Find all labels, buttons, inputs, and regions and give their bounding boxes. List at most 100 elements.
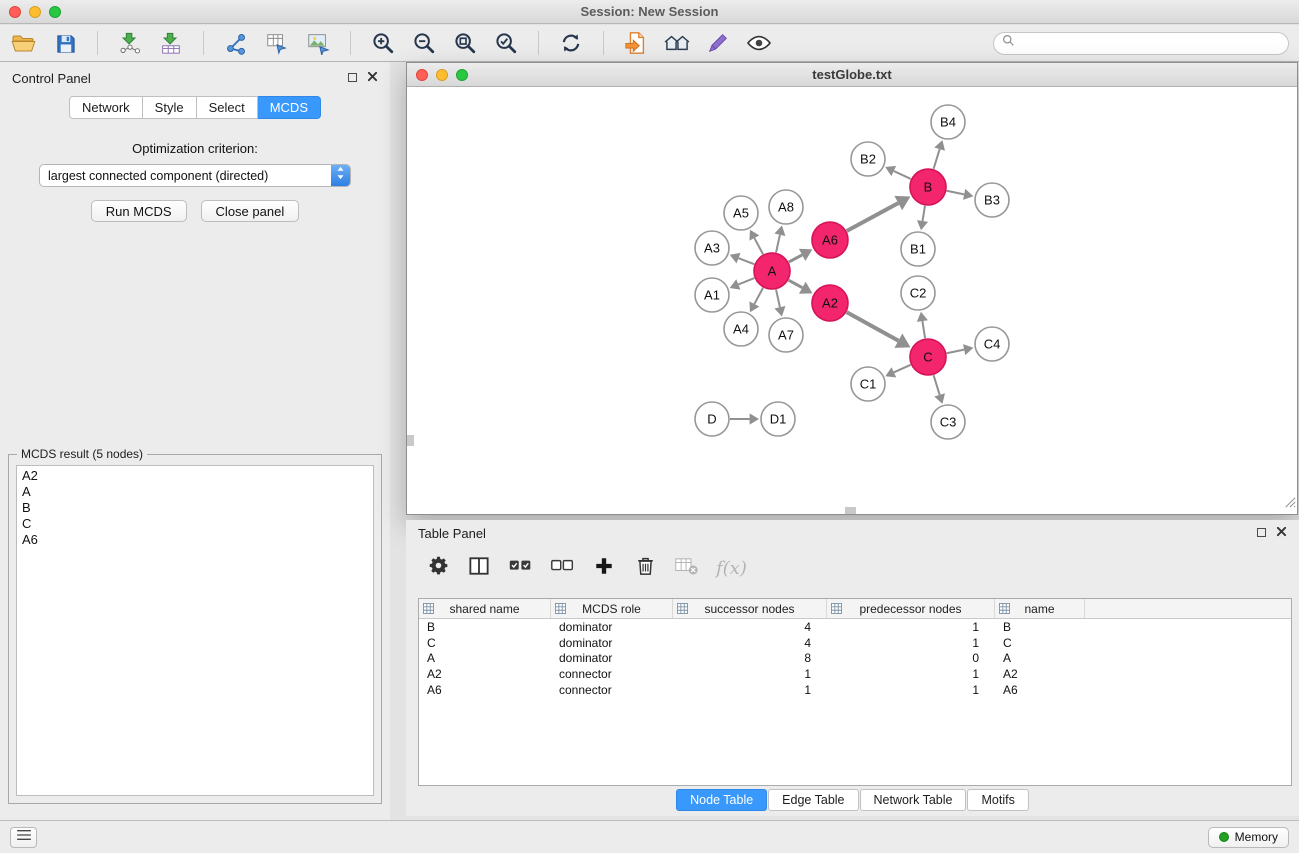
- table-cell[interactable]: dominator: [551, 636, 673, 650]
- graph-edge-A-A5[interactable]: [754, 238, 763, 254]
- table-tab-motifs[interactable]: Motifs: [967, 789, 1028, 811]
- table-cell[interactable]: A6: [419, 683, 551, 697]
- graph-node-A8[interactable]: A8: [769, 190, 803, 224]
- graph-edge-B-B3[interactable]: [947, 191, 965, 195]
- graph-edge-C-C1[interactable]: [894, 365, 911, 373]
- graph-node-B1[interactable]: B1: [901, 232, 935, 266]
- network-close-button[interactable]: [416, 69, 428, 81]
- table-cell[interactable]: 4: [673, 620, 827, 634]
- show-hide-panels-button[interactable]: [663, 29, 691, 57]
- table-cell[interactable]: B: [419, 620, 551, 634]
- table-cell[interactable]: 8: [673, 651, 827, 665]
- table-cell[interactable]: 0: [827, 651, 995, 665]
- table-cell[interactable]: A: [995, 651, 1085, 665]
- export-network-button[interactable]: [622, 29, 650, 57]
- mcds-result-item[interactable]: A6: [17, 532, 373, 548]
- table-row[interactable]: Cdominator41C: [419, 635, 1291, 651]
- vertical-scrollbar-thumb[interactable]: [407, 435, 414, 446]
- graph-node-A3[interactable]: A3: [695, 231, 729, 265]
- graph-edge-B-B2[interactable]: [894, 171, 911, 179]
- graph-node-C4[interactable]: C4: [975, 327, 1009, 361]
- table-cell[interactable]: dominator: [551, 620, 673, 634]
- unselect-all-rows-button[interactable]: [550, 555, 575, 581]
- zoom-fit-button[interactable]: [451, 29, 479, 57]
- table-cell[interactable]: A2: [419, 667, 551, 681]
- show-columns-button[interactable]: [467, 555, 491, 581]
- table-cell[interactable]: B: [995, 620, 1085, 634]
- graph-node-A2[interactable]: A2: [812, 285, 848, 321]
- table-settings-button[interactable]: [426, 555, 450, 581]
- graph-node-C1[interactable]: C1: [851, 367, 885, 401]
- graph-node-A7[interactable]: A7: [769, 318, 803, 352]
- graph-node-B3[interactable]: B3: [975, 183, 1009, 217]
- open-session-button[interactable]: [10, 29, 38, 57]
- table-tab-edge-table[interactable]: Edge Table: [768, 789, 858, 811]
- network-minimize-button[interactable]: [436, 69, 448, 81]
- minimize-window-button[interactable]: [29, 6, 41, 18]
- optimization-criterion-dropdown[interactable]: largest connected component (directed): [39, 164, 351, 187]
- import-network-from-file-button[interactable]: [116, 29, 144, 57]
- graph-node-A1[interactable]: A1: [695, 278, 729, 312]
- import-table-from-file-button[interactable]: [157, 29, 185, 57]
- graph-edge-A-A1[interactable]: [738, 278, 754, 284]
- table-row[interactable]: A6connector11A6: [419, 682, 1291, 698]
- column-header-mcds-role[interactable]: MCDS role: [551, 599, 673, 618]
- select-all-rows-button[interactable]: [508, 555, 533, 581]
- table-cell[interactable]: 1: [827, 636, 995, 650]
- save-session-button[interactable]: [51, 29, 79, 57]
- control-panel-close-button[interactable]: [367, 69, 378, 87]
- table-cell[interactable]: C: [995, 636, 1085, 650]
- table-cell[interactable]: dominator: [551, 651, 673, 665]
- column-header-name[interactable]: name: [995, 599, 1085, 618]
- table-tab-node-table[interactable]: Node Table: [676, 789, 767, 811]
- table-tab-network-table[interactable]: Network Table: [860, 789, 967, 811]
- search-input[interactable]: [1020, 36, 1280, 50]
- table-cell[interactable]: 1: [673, 667, 827, 681]
- table-cell[interactable]: A: [419, 651, 551, 665]
- control-tab-network[interactable]: Network: [69, 96, 143, 119]
- graph-node-C2[interactable]: C2: [901, 276, 935, 310]
- graph-edge-A2-C[interactable]: [847, 312, 899, 341]
- graph-edge-C-C4[interactable]: [947, 350, 965, 354]
- graph-node-A6[interactable]: A6: [812, 222, 848, 258]
- new-network-button[interactable]: [222, 29, 250, 57]
- graph-node-C[interactable]: C: [910, 339, 946, 375]
- export-table-button[interactable]: [263, 29, 291, 57]
- table-cell[interactable]: 1: [827, 683, 995, 697]
- graph-node-B[interactable]: B: [910, 169, 946, 205]
- delete-columns-button[interactable]: [633, 555, 657, 581]
- export-image-button[interactable]: [304, 29, 332, 57]
- mcds-result-item[interactable]: C: [17, 516, 373, 532]
- zoom-out-button[interactable]: [410, 29, 438, 57]
- control-tab-select[interactable]: Select: [197, 96, 258, 119]
- graph-edge-C-C2[interactable]: [922, 321, 925, 338]
- network-zoom-button[interactable]: [456, 69, 468, 81]
- show-panel-menu-button[interactable]: [10, 827, 37, 848]
- graph-edge-B-B4[interactable]: [934, 149, 940, 169]
- table-panel-close-button[interactable]: [1276, 524, 1287, 542]
- apply-layout-button[interactable]: [557, 29, 585, 57]
- zoom-window-button[interactable]: [49, 6, 61, 18]
- graph-edge-B-B1[interactable]: [923, 206, 925, 221]
- graph-node-C3[interactable]: C3: [931, 405, 965, 439]
- mcds-result-item[interactable]: A2: [17, 468, 373, 484]
- show-graphics-details-button[interactable]: [745, 29, 773, 57]
- zoom-in-button[interactable]: [369, 29, 397, 57]
- table-cell[interactable]: 1: [673, 683, 827, 697]
- horizontal-scrollbar-thumb[interactable]: [845, 507, 856, 514]
- memory-button[interactable]: Memory: [1208, 827, 1289, 848]
- graph-edge-A-A6[interactable]: [789, 255, 802, 262]
- close-window-button[interactable]: [9, 6, 21, 18]
- table-cell[interactable]: connector: [551, 683, 673, 697]
- run-mcds-button[interactable]: Run MCDS: [91, 200, 187, 222]
- column-header-shared-name[interactable]: shared name: [419, 599, 551, 618]
- create-column-button[interactable]: [592, 555, 616, 581]
- control-panel-float-button[interactable]: [348, 69, 357, 87]
- graph-edge-A-A3[interactable]: [739, 258, 755, 264]
- column-header-successor-nodes[interactable]: successor nodes: [673, 599, 827, 618]
- graph-edge-A6-B[interactable]: [847, 203, 899, 231]
- graph-edge-A-A7[interactable]: [776, 290, 780, 308]
- table-cell[interactable]: A2: [995, 667, 1085, 681]
- table-cell[interactable]: C: [419, 636, 551, 650]
- graph-edge-C-C3[interactable]: [934, 375, 940, 395]
